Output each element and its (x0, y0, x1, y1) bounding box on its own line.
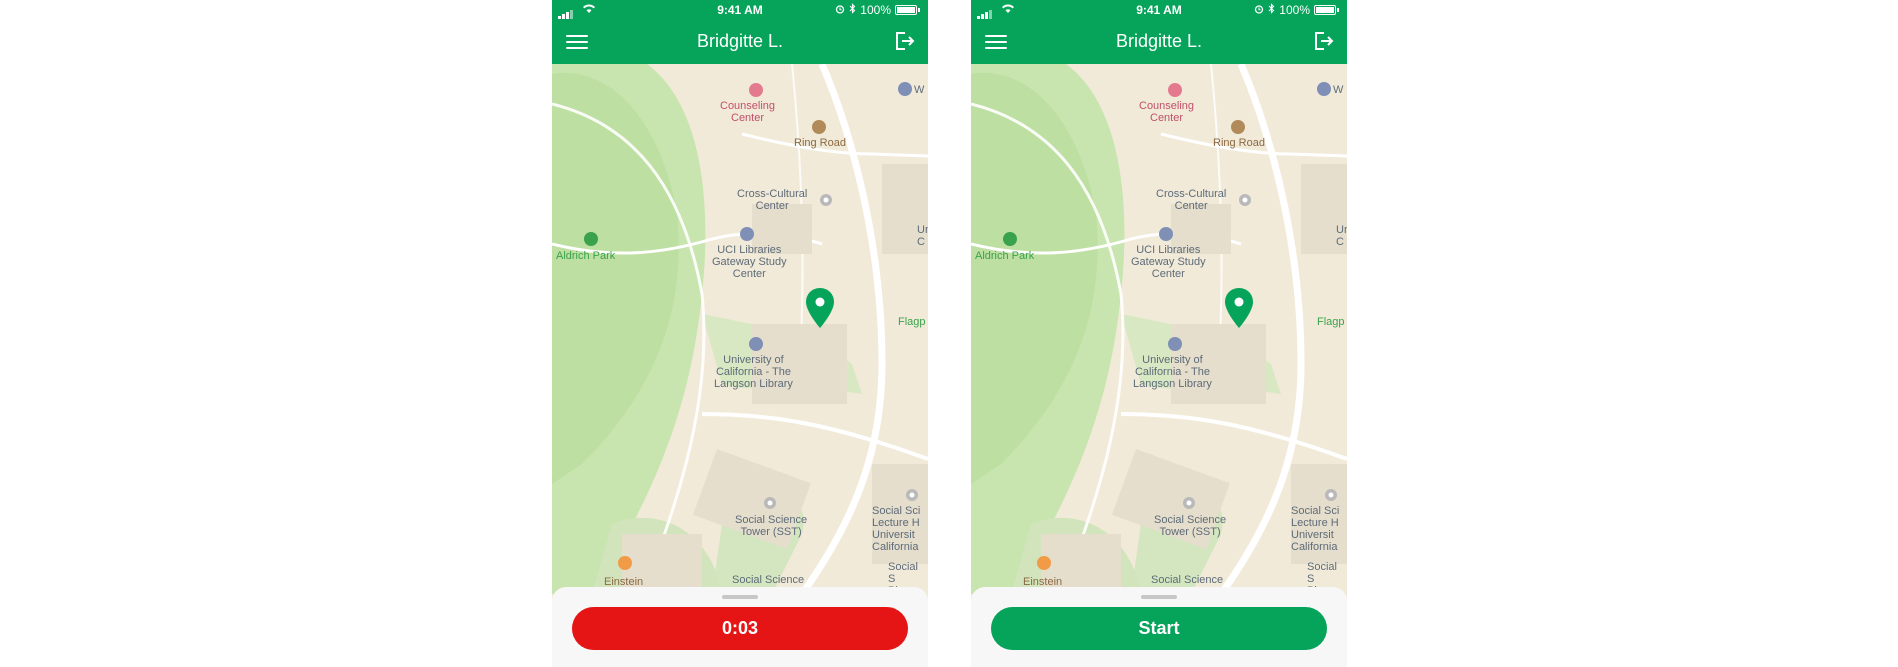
battery-percent: 100% (1279, 3, 1310, 17)
map-label-social-lecture: Social Sci Lecture H Universit Californi… (1291, 505, 1340, 553)
status-bar: 9:41 AM 100% (971, 0, 1347, 20)
location-pin-icon[interactable] (806, 288, 834, 333)
campus-map[interactable]: Counseling Center Ring Road Cross-Cultur… (552, 64, 928, 597)
timer-button[interactable]: 0:03 (572, 607, 908, 650)
lecture-hall-icon (906, 488, 918, 506)
map-label-langson: University of California - The Langson L… (1133, 354, 1212, 390)
sst-icon (1183, 496, 1195, 514)
bottom-sheet: 0:03 (552, 587, 928, 667)
park-tree-icon (584, 232, 598, 251)
map-label-flagpole: Flagp (1317, 316, 1345, 328)
sheet-grabber[interactable] (722, 595, 758, 599)
sheet-grabber[interactable] (1141, 595, 1177, 599)
phone-screen-timer: 9:41 AM 100% Bridgitte L. Counseling Cen… (552, 0, 928, 667)
status-bar: 9:41 AM 100% (552, 0, 928, 20)
map-label-aldrich-park: Aldrich Park (556, 250, 616, 262)
map-label-sst: Social Science Tower (SST) (1154, 514, 1227, 538)
app-header: Bridgitte L. (552, 20, 928, 64)
map-label-edge-un: Un C (1336, 224, 1347, 248)
einstein-cafe-icon (1037, 556, 1051, 575)
logout-icon[interactable] (894, 31, 916, 56)
map-label-gateway: UCI Libraries Gateway Study Center (712, 244, 787, 280)
map-label-cross-cultural: Cross-Cultural Center (737, 188, 808, 212)
park-tree-icon (1003, 232, 1017, 251)
edge-landmark-icon (898, 82, 912, 101)
cross-cultural-icon (820, 193, 832, 211)
map-label-social-science: Social Science (732, 574, 805, 586)
map-label-ring-road: Ring Road (1213, 137, 1265, 149)
map-label-flagpole: Flagp (898, 316, 926, 328)
cross-cultural-icon (1239, 193, 1251, 211)
map-label-sst: Social Science Tower (SST) (735, 514, 808, 538)
einstein-cafe-icon (618, 556, 632, 575)
logout-icon[interactable] (1313, 31, 1335, 56)
user-name-title: Bridgitte L. (1115, 31, 1203, 51)
campus-map[interactable]: Counseling Center Ring Road Cross-Cultur… (971, 64, 1347, 597)
sst-icon (764, 496, 776, 514)
map-label-edge-un: Un C (917, 224, 928, 248)
battery-icon (895, 5, 917, 15)
map-label-edge-w: W (914, 84, 925, 96)
bluetooth-icon (1268, 3, 1275, 17)
map-label-counseling: Counseling Center (1139, 100, 1195, 124)
map-label-gateway: UCI Libraries Gateway Study Center (1131, 244, 1206, 280)
location-pin-icon[interactable] (1225, 288, 1253, 333)
lecture-hall-icon (1325, 488, 1337, 506)
user-name-title: Bridgitte L. (696, 31, 784, 51)
map-label-social-lecture: Social Sci Lecture H Universit Californi… (872, 505, 921, 553)
battery-icon (1314, 5, 1336, 15)
map-label-cross-cultural: Cross-Cultural Center (1156, 188, 1227, 212)
battery-percent: 100% (860, 3, 891, 17)
map-label-ring-road: Ring Road (794, 137, 846, 149)
alarm-icon (835, 3, 845, 17)
map-label-edge-w: W (1333, 84, 1344, 96)
bottom-sheet: Start (971, 587, 1347, 667)
bluetooth-icon (849, 3, 856, 17)
app-header: Bridgitte L. (971, 20, 1347, 64)
start-button[interactable]: Start (991, 607, 1327, 650)
map-label-social-science: Social Science (1151, 574, 1224, 586)
map-label-langson: University of California - The Langson L… (714, 354, 793, 390)
phone-screen-start: 9:41 AM 100% Bridgitte L. Counseling Cen… (971, 0, 1347, 667)
map-label-counseling: Counseling Center (720, 100, 776, 124)
edge-landmark-icon (1317, 82, 1331, 101)
alarm-icon (1254, 3, 1264, 17)
map-label-aldrich-park: Aldrich Park (975, 250, 1035, 262)
